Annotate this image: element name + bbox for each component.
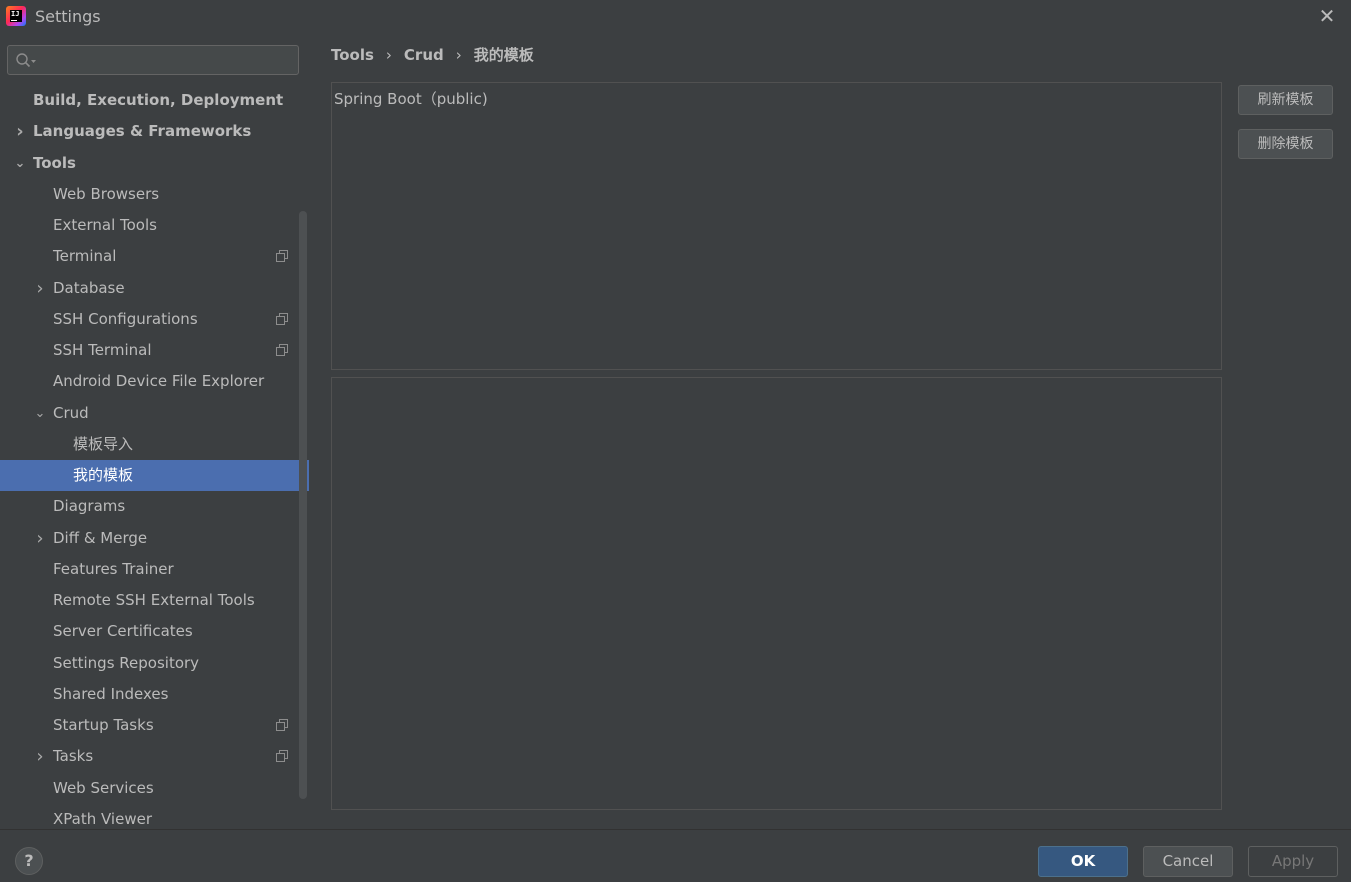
sidebar-item[interactable]: ⌄ Tools (0, 148, 309, 179)
sidebar-item-label: Terminal (53, 247, 117, 265)
sidebar-item-label: Build, Execution, Deployment (33, 91, 284, 109)
sidebar-item[interactable]: › Tasks (0, 741, 309, 772)
chevron-right-icon[interactable]: › (33, 273, 47, 304)
refresh-templates-button[interactable]: 刷新模板 (1238, 85, 1333, 115)
dialog-footer: ? OK Cancel Apply (0, 829, 1351, 882)
ok-button[interactable]: OK (1038, 846, 1128, 877)
main-content: Tools › Crud › 我的模板 Spring Boot（public) 刷新模板… (309, 33, 1351, 829)
template-list[interactable]: Spring Boot（public) (331, 82, 1222, 370)
project-level-icon (276, 719, 289, 732)
sidebar-item[interactable]: Startup Tasks (0, 710, 309, 741)
search-input[interactable] (40, 48, 294, 72)
help-button[interactable]: ? (15, 847, 43, 875)
settings-sidebar: Build, Execution, Deployment › Languages &… (0, 33, 309, 829)
apply-button[interactable]: Apply (1248, 846, 1338, 877)
template-detail-panel[interactable] (331, 377, 1222, 810)
sidebar-item-label: Tools (33, 154, 76, 172)
sidebar-item[interactable]: 我的模板 (0, 460, 309, 491)
sidebar-item[interactable]: Settings Repository (0, 648, 309, 679)
sidebar-item-label: Remote SSH External Tools (53, 591, 255, 609)
sidebar-item-label: Web Services (53, 779, 154, 797)
sidebar-item[interactable]: Server Certificates (0, 616, 309, 647)
sidebar-item-label: 我的模板 (73, 466, 134, 484)
sidebar-item[interactable]: Remote SSH External Tools (0, 585, 309, 616)
sidebar-item[interactable]: › Diff & Merge (0, 523, 309, 554)
sidebar-item-label: Diff & Merge (53, 529, 148, 547)
sidebar-item-label: Languages & Frameworks (33, 122, 252, 140)
sidebar-item-label: Web Browsers (53, 185, 160, 203)
sidebar-item-label: SSH Configurations (53, 310, 198, 328)
sidebar-item-label: Features Trainer (53, 560, 174, 578)
sidebar-item-label: Shared Indexes (53, 685, 169, 703)
breadcrumb-tools[interactable]: Tools (331, 46, 374, 64)
sidebar-item-label: Database (53, 279, 125, 297)
sidebar-item-label: Android Device File Explorer (53, 372, 265, 390)
sidebar-item[interactable]: ⌄ Crud (0, 398, 309, 429)
sidebar-item[interactable]: Diagrams (0, 491, 309, 522)
sidebar-item-label: Tasks (53, 747, 94, 765)
sidebar-item-label: 模板导入 (73, 435, 134, 453)
sidebar-item[interactable]: Android Device File Explorer (0, 366, 309, 397)
sidebar-item[interactable]: SSH Configurations (0, 304, 309, 335)
window-title: Settings (35, 7, 101, 26)
sidebar-item[interactable]: SSH Terminal (0, 335, 309, 366)
sidebar-item[interactable]: › Database (0, 273, 309, 304)
sidebar-item[interactable]: 模板导入 (0, 429, 309, 460)
sidebar-item-label: Settings Repository (53, 654, 200, 672)
delete-template-button[interactable]: 删除模板 (1238, 129, 1333, 159)
chevron-down-icon[interactable]: ⌄ (33, 398, 47, 429)
sidebar-item[interactable]: Web Browsers (0, 179, 309, 210)
intellij-logo-icon: IJ (6, 6, 26, 26)
sidebar-item-label: Startup Tasks (53, 716, 154, 734)
cancel-button[interactable]: Cancel (1143, 846, 1233, 877)
sidebar-item-label: Diagrams (53, 497, 126, 515)
sidebar-item-label: SSH Terminal (53, 341, 152, 359)
chevron-right-icon[interactable]: › (13, 116, 27, 147)
sidebar-item[interactable]: XPath Viewer (0, 804, 309, 829)
sidebar-item[interactable]: Shared Indexes (0, 679, 309, 710)
breadcrumb-crud[interactable]: Crud (404, 46, 444, 64)
sidebar-item[interactable]: External Tools (0, 210, 309, 241)
breadcrumb-separator: › (455, 46, 462, 64)
sidebar-item-label: External Tools (53, 216, 157, 234)
project-level-icon (276, 344, 289, 357)
sidebar-item-label: Crud (53, 404, 89, 422)
sidebar-item-label: XPath Viewer (53, 810, 152, 828)
search-icon (16, 53, 36, 68)
sidebar-scrollbar[interactable] (299, 211, 307, 799)
sidebar-item[interactable]: Build, Execution, Deployment (0, 85, 309, 116)
project-level-icon (276, 313, 289, 326)
title-bar: IJ Settings ✕ (0, 0, 1351, 33)
chevron-right-icon[interactable]: › (33, 523, 47, 554)
sidebar-item[interactable]: Terminal (0, 241, 309, 272)
project-level-icon (276, 750, 289, 763)
sidebar-item-label: Server Certificates (53, 622, 193, 640)
template-list-item[interactable]: Spring Boot（public) (334, 88, 488, 109)
search-field[interactable] (7, 45, 299, 75)
close-icon[interactable]: ✕ (1316, 6, 1338, 28)
sidebar-item[interactable]: Features Trainer (0, 554, 309, 585)
project-level-icon (276, 250, 289, 263)
sidebar-item[interactable]: › Languages & Frameworks (0, 116, 309, 147)
breadcrumb-current: 我的模板 (473, 46, 534, 64)
breadcrumb: Tools › Crud › 我的模板 (331, 44, 534, 65)
sidebar-item[interactable]: Web Services (0, 773, 309, 804)
chevron-down-icon[interactable]: ⌄ (13, 148, 27, 179)
breadcrumb-separator: › (385, 46, 392, 64)
chevron-right-icon[interactable]: › (33, 741, 47, 772)
